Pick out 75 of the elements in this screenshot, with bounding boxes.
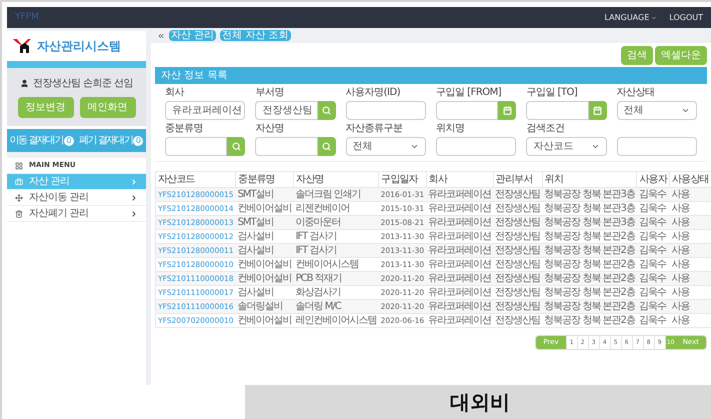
field-label: 사용자명(ID): [346, 87, 400, 99]
field-label: 중분류명: [165, 123, 203, 135]
grid-icon: [15, 162, 23, 170]
calendar-icon: [502, 106, 512, 115]
field-label: 자산상태: [616, 87, 655, 99]
input-field[interactable]: [526, 101, 589, 120]
search-icon: [322, 142, 332, 151]
input-field[interactable]: 전장생산팀: [255, 101, 318, 120]
collapse-icon[interactable]: [157, 32, 165, 40]
column-header: 회사: [426, 172, 494, 188]
input-field[interactable]: [165, 137, 228, 156]
table-cell: 전장생산팀: [493, 314, 542, 328]
input-field[interactable]: [346, 101, 426, 120]
column-header: 위치: [542, 172, 637, 188]
search-button[interactable]: [318, 101, 336, 120]
column-header: 자산명: [294, 172, 379, 188]
input-field[interactable]: [255, 137, 318, 156]
calendar-button[interactable]: [498, 101, 516, 120]
calendar-button[interactable]: [588, 101, 607, 120]
table-cell: 컨베이어설비: [236, 314, 294, 328]
chevron-down-icon: [410, 142, 419, 151]
field-label: 자산명: [255, 123, 284, 135]
calendar-icon: [593, 106, 602, 115]
logout-link[interactable]: LOGOUT: [669, 12, 703, 24]
breadcrumb-tag[interactable]: 자산 관리: [169, 30, 216, 41]
logo-icon: [13, 39, 31, 53]
caret-icon: [651, 14, 658, 20]
confidential-label: 대외비: [450, 389, 510, 416]
chevron-down-icon: [590, 142, 600, 151]
count-badge: 0: [133, 136, 144, 146]
user-name: 전장생산팀 손희준 선임: [32, 77, 134, 91]
approval-link[interactable]: 폐기 결재대기 0: [76, 133, 146, 148]
move-icon: [15, 194, 23, 202]
select-field[interactable]: 전체: [346, 137, 426, 156]
select-field[interactable]: 자산코드: [526, 137, 607, 156]
field-label: 구입일 [FROM]: [436, 87, 502, 99]
select-field[interactable]: 전체: [616, 101, 697, 120]
chevron-down-icon: [681, 106, 690, 115]
brand-name: YFPM: [15, 10, 39, 24]
language-menu[interactable]: LANGUAGE: [604, 12, 658, 24]
app-title: 자산관리시스템: [37, 38, 121, 55]
count-badge: 0: [64, 136, 74, 146]
search-icon: [322, 106, 332, 115]
panel-title: 자산 정보 목록: [161, 69, 228, 83]
search-button[interactable]: [227, 137, 246, 156]
field-label: 회사: [165, 87, 184, 99]
field-label: 부서명: [255, 87, 284, 99]
field-label: 위치명: [436, 123, 464, 135]
action-button[interactable]: 검색: [621, 46, 653, 65]
trash-icon: [15, 210, 23, 218]
table-cell: 유라코퍼레이션: [426, 314, 494, 328]
briefcase-icon: [15, 178, 23, 186]
approval-link[interactable]: 이동 결재대기 0: [7, 133, 76, 148]
sidebar-button[interactable]: 메인화면: [80, 97, 136, 118]
sidebar-button[interactable]: 정보변경: [18, 97, 74, 118]
input-field[interactable]: [616, 137, 697, 156]
menu-item[interactable]: 자산 관리: [7, 174, 146, 190]
table-cell: 청북공장 청북 본관2층: [542, 314, 637, 328]
input-field[interactable]: [436, 101, 498, 120]
field-label: 자산종류구분: [346, 123, 403, 135]
field-label: 구입일 [TO]: [526, 87, 578, 99]
column-header: 자산코드: [156, 172, 236, 188]
user-icon: [20, 79, 29, 88]
field-label: 검색조건: [526, 123, 564, 135]
table-cell: 김욱수: [636, 314, 670, 328]
search-button[interactable]: [318, 137, 336, 156]
input-field[interactable]: [436, 137, 516, 156]
table-cell: 사용: [670, 314, 711, 328]
action-button[interactable]: 엑셀다운: [655, 46, 707, 65]
breadcrumb-tag[interactable]: 전체 자산 조회: [220, 30, 291, 41]
menu-item[interactable]: 자산폐기 관리: [7, 206, 146, 222]
table-cell: 레인컨베이어시스템: [294, 314, 379, 328]
select-field[interactable]: 유라코퍼레이션: [165, 101, 246, 120]
menu-item[interactable]: 자산이동 관리: [7, 190, 146, 206]
search-icon: [232, 142, 241, 151]
